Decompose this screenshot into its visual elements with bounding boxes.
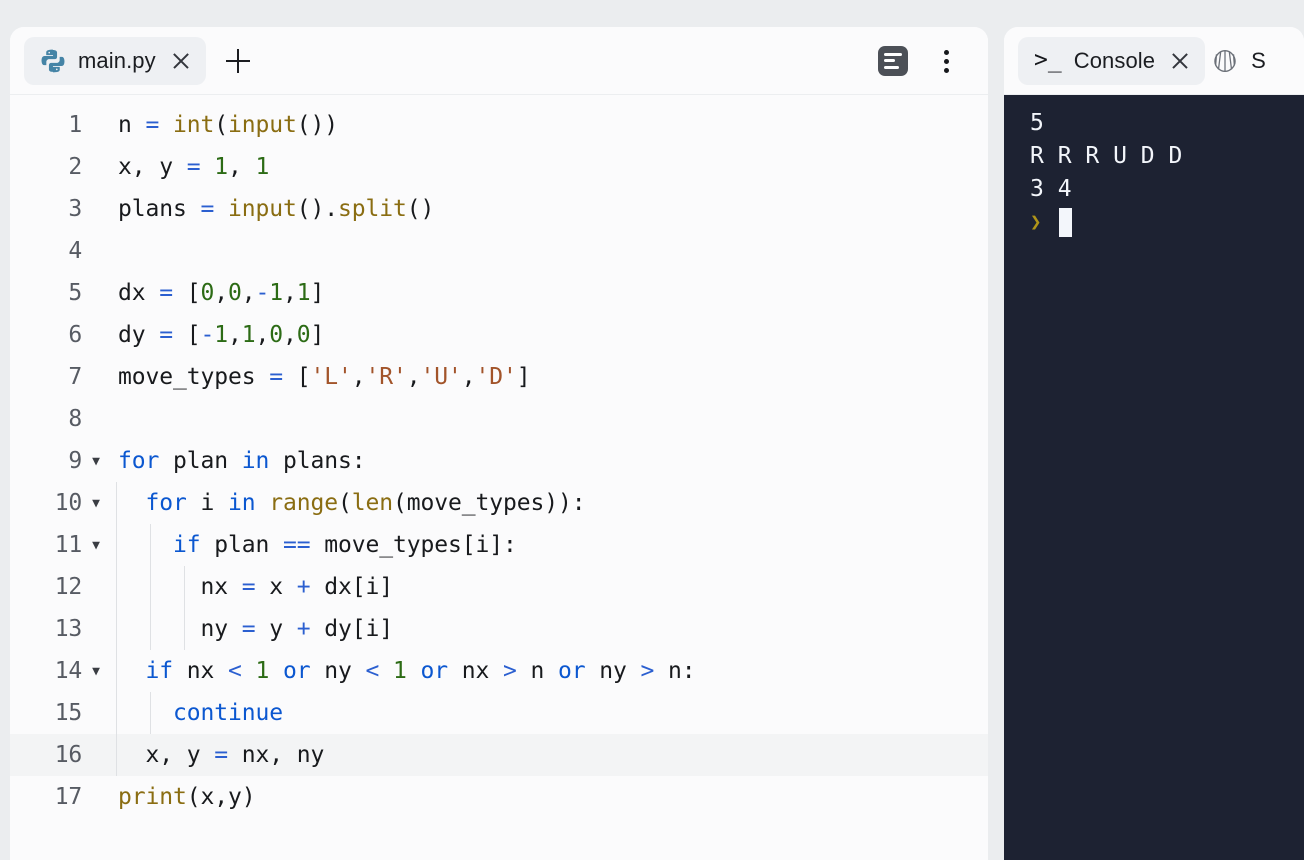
tab-label: main.py	[78, 47, 156, 73]
kebab-menu-icon[interactable]	[934, 46, 960, 76]
tab-console[interactable]: >_ Console	[1018, 36, 1206, 85]
fold-arrow-icon[interactable]: ▼	[82, 497, 107, 510]
code-text: if plan == move_types[i]:	[173, 532, 517, 558]
indent-guide	[116, 566, 117, 608]
code-text: for i in range(len(move_types)):	[145, 490, 586, 516]
close-icon[interactable]	[1169, 50, 1191, 72]
indent-guide	[116, 650, 117, 692]
console-text: R R R U D D	[1030, 143, 1183, 169]
code-line[interactable]: 4	[10, 230, 988, 272]
close-icon[interactable]	[170, 50, 192, 72]
line-number: 12	[54, 574, 82, 600]
tab-shell[interactable]: S	[1205, 47, 1266, 75]
indent-guide	[116, 692, 117, 734]
editor-toolbar-actions	[878, 45, 974, 76]
code-line[interactable]: 7 move_types = ['L','R','U','D']	[10, 356, 988, 398]
python-icon	[41, 49, 65, 72]
tab-label: S	[1251, 47, 1266, 73]
indent-guide	[150, 566, 151, 608]
fold-arrow-icon[interactable]: ▼	[82, 665, 107, 678]
indent-guide	[116, 482, 117, 524]
text-cursor	[1059, 208, 1073, 237]
code-text: move_types = ['L','R','U','D']	[118, 364, 531, 390]
indent-guide	[184, 566, 185, 608]
editor-tab-bar: main.py	[10, 27, 988, 95]
line-number: 13	[54, 616, 82, 642]
code-line[interactable]: 8	[10, 398, 988, 440]
indent-guide	[116, 524, 117, 566]
code-text: if nx < 1 or ny < 1 or nx > n or ny > n:	[145, 658, 696, 684]
code-editor[interactable]: 1 n = int(input()) 2 x, y = 1, 1 3 plans = in…	[10, 95, 988, 860]
code-line[interactable]: 11 ▼ if plan == move_types[i]:	[10, 524, 988, 566]
console-prompt-line[interactable]: ❯	[1030, 206, 1304, 239]
tab-main-py[interactable]: main.py	[24, 36, 206, 85]
code-line[interactable]: 12 nx = x + dx[i]	[10, 566, 988, 608]
code-line[interactable]: 2 x, y = 1, 1	[10, 146, 988, 188]
code-line[interactable]: 9 ▼ for plan in plans:	[10, 440, 988, 482]
line-number: 16	[54, 742, 82, 768]
console-text: 5	[1030, 110, 1044, 136]
console-output[interactable]: 5 R R R U D D 3 4 ❯	[1004, 95, 1304, 860]
code-line[interactable]: 16 x, y = nx, ny	[10, 734, 988, 776]
line-number: 6	[68, 322, 82, 348]
line-number: 17	[54, 784, 82, 810]
editor-panel: main.py 1 n = int(input()) 2 x, y = 1, 1 3 pl…	[10, 27, 988, 860]
console-output-line: 5	[1030, 107, 1304, 140]
line-number: 14	[54, 658, 82, 684]
line-number: 8	[68, 406, 82, 432]
code-line[interactable]: 10 ▼ for i in range(len(move_types)):	[10, 482, 988, 524]
code-line[interactable]: 3 plans = input().split()	[10, 188, 988, 230]
fold-arrow-icon[interactable]: ▼	[82, 539, 107, 552]
prompt-chevron-icon: ❯	[1030, 211, 1042, 233]
code-line[interactable]: 13 ny = y + dy[i]	[10, 608, 988, 650]
line-number: 2	[68, 154, 82, 180]
code-text: ny = y + dy[i]	[118, 616, 393, 642]
code-text: x, y = 1, 1	[118, 154, 270, 180]
line-number: 9	[68, 448, 82, 474]
console-text: 3 4	[1030, 176, 1072, 202]
line-number: 10	[54, 490, 82, 516]
code-line[interactable]: 17 print(x,y)	[10, 776, 988, 818]
console-output-line: 3 4	[1030, 173, 1304, 206]
indent-guide	[150, 524, 151, 566]
code-text: plans = input().split()	[118, 196, 435, 222]
indent-guide	[116, 734, 117, 776]
assistant-icon[interactable]	[878, 45, 908, 76]
line-number: 7	[68, 364, 82, 390]
indent-guide	[150, 692, 151, 734]
code-line[interactable]: 1 n = int(input())	[10, 104, 988, 146]
line-number: 11	[54, 532, 82, 558]
code-text: dy = [-1,1,0,0]	[118, 322, 325, 348]
console-panel: >_ Console S 5 R R R U D D 3 4 ❯	[1004, 27, 1304, 860]
code-text: n = int(input())	[118, 112, 338, 138]
line-number: 3	[68, 196, 82, 222]
code-text: for plan in plans:	[118, 448, 366, 474]
code-line[interactable]: 5 dx = [0,0,-1,1]	[10, 272, 988, 314]
indent-guide	[184, 608, 185, 650]
line-number: 4	[68, 238, 82, 264]
terminal-prompt-icon: >_	[1034, 47, 1062, 73]
code-text: x, y = nx, ny	[118, 742, 325, 768]
code-text: continue	[173, 700, 283, 726]
code-text: nx = x + dx[i]	[118, 574, 393, 600]
indent-guide	[150, 608, 151, 650]
fold-arrow-icon[interactable]: ▼	[82, 455, 107, 468]
console-tab-bar: >_ Console S	[1004, 27, 1304, 95]
console-output-line: R R R U D D	[1030, 140, 1304, 173]
shell-icon	[1214, 49, 1236, 72]
line-number: 5	[68, 280, 82, 306]
plus-icon[interactable]	[216, 39, 260, 83]
code-line[interactable]: 15 continue	[10, 692, 988, 734]
code-line[interactable]: 14 ▼ if nx < 1 or ny < 1 or nx > n or ny …	[10, 650, 988, 692]
indent-guide	[116, 608, 117, 650]
code-text: dx = [0,0,-1,1]	[118, 280, 325, 306]
tab-label: Console	[1073, 47, 1156, 73]
code-line[interactable]: 6 dy = [-1,1,0,0]	[10, 314, 988, 356]
code-text: print(x,y)	[118, 784, 256, 810]
line-number: 1	[68, 112, 82, 138]
line-number: 15	[54, 700, 82, 726]
